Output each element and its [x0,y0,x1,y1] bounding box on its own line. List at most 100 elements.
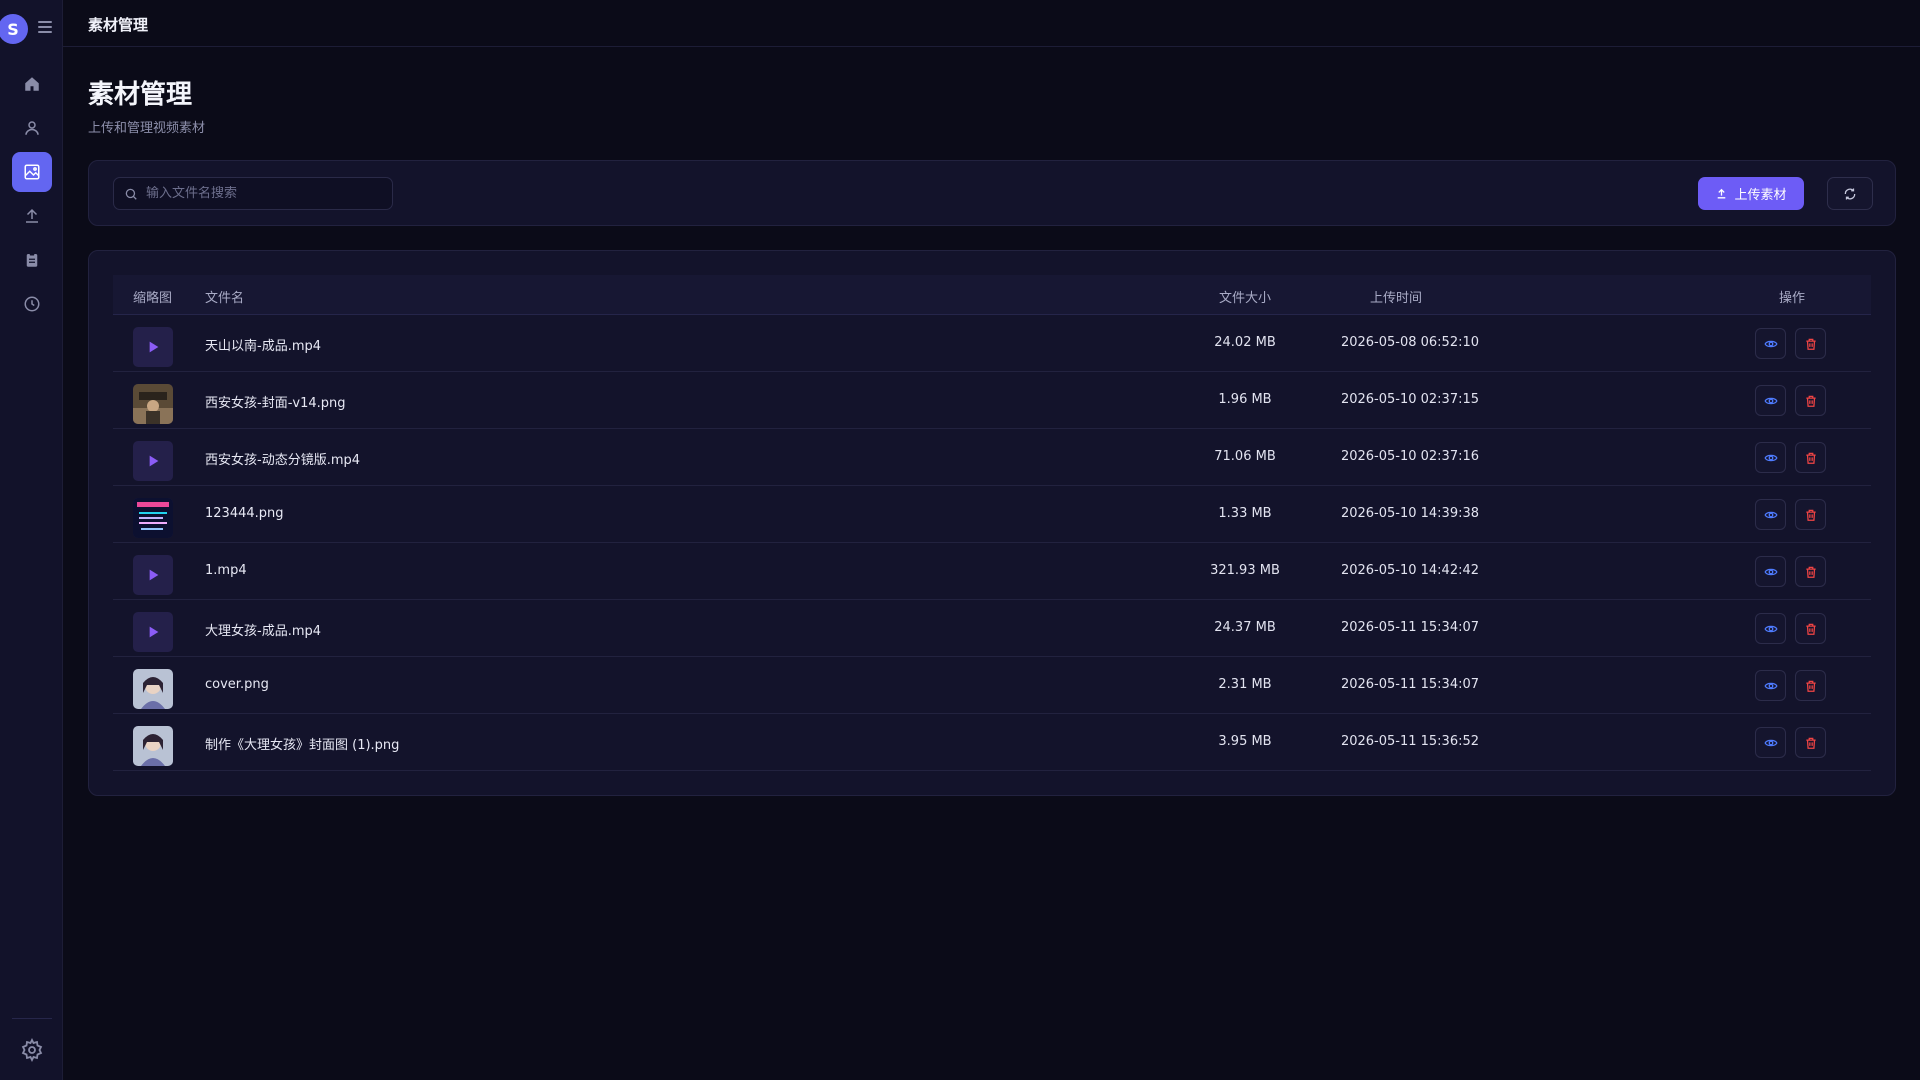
trash-icon [1805,338,1816,350]
row-upload-time: 2026-05-10 14:42:42 [1340,563,1480,578]
sidebar-item-materials[interactable] [12,152,52,192]
search-input[interactable] [146,186,376,201]
row-filesize: 3.95 MB [1218,734,1272,749]
eye-icon [1763,340,1778,347]
row-filename: 天山以南-成品.mp4 [205,339,322,354]
header-size: 文件大小 [1219,291,1272,306]
delete-button[interactable] [1795,556,1826,587]
image-icon [24,164,40,180]
row-upload-time: 2026-05-11 15:34:07 [1340,620,1480,635]
row-filename: 制作《大理女孩》封面图 (1).png [205,738,400,753]
topbar-title: 素材管理 [88,16,149,34]
row-thumbnail[interactable] [133,498,173,538]
eye-icon [1763,739,1778,746]
portrait-thumbnail-icon [133,669,173,709]
trash-icon [1805,395,1816,407]
table-row: 大理女孩-成品.mp4 24.37 MB 2026-05-11 15:34:07 [113,600,1871,657]
sidebar-item-upload[interactable] [12,196,52,236]
row-upload-time: 2026-05-10 02:37:15 [1340,392,1480,407]
trash-icon [1805,680,1816,692]
row-filename: 1.mp4 [205,563,247,578]
row-thumbnail[interactable] [133,384,173,424]
sidebar-item-users[interactable] [12,108,52,148]
eye-icon [1763,568,1778,575]
delete-button[interactable] [1795,328,1826,359]
view-button[interactable] [1755,499,1786,530]
play-icon [149,455,159,467]
topbar: 素材管理 [63,0,1920,47]
eye-icon [1763,397,1778,404]
sidebar-divider [12,1018,52,1019]
row-filesize: 2.31 MB [1218,677,1272,692]
upload-button-label: 上传素材 [1734,188,1787,203]
eye-icon [1763,625,1778,632]
table-row: 1.mp4 321.93 MB 2026-05-10 14:42:42 [113,543,1871,600]
play-icon [149,626,159,638]
row-filesize: 321.93 MB [1210,563,1280,578]
header-thumbnail: 缩略图 [133,291,173,306]
sidebar-item-history[interactable] [12,284,52,324]
table-row: 制作《大理女孩》封面图 (1).png 3.95 MB 2026-05-11 15:… [113,714,1871,771]
view-button[interactable] [1755,727,1786,758]
upload-button[interactable]: 上传素材 [1698,177,1804,210]
upload-icon [1718,188,1726,199]
view-button[interactable] [1755,556,1786,587]
view-button[interactable] [1755,670,1786,701]
row-upload-time: 2026-05-10 02:37:16 [1340,449,1480,464]
delete-button[interactable] [1795,442,1826,473]
settings-button[interactable] [20,1037,44,1063]
table-header: 缩略图 文件名 文件大小 上传时间 操作 [113,275,1871,315]
sidebar: S [0,0,63,1080]
row-upload-time: 2026-05-11 15:36:52 [1340,734,1480,749]
row-filename: 123444.png [205,506,284,521]
delete-button[interactable] [1795,727,1826,758]
eye-icon [1763,454,1778,461]
delete-button[interactable] [1795,613,1826,644]
row-filename: 西安女孩-封面-v14.png [205,396,346,411]
table-row: cover.png 2.31 MB 2026-05-11 15:34:07 [113,657,1871,714]
view-button[interactable] [1755,613,1786,644]
clipboard-icon [26,252,38,267]
user-icon [25,121,39,135]
menu-toggle-icon[interactable] [38,21,52,35]
upload-icon [26,208,38,223]
home-icon [25,77,39,91]
sidebar-item-home[interactable] [12,64,52,104]
search-box [113,177,393,210]
eye-icon [1763,682,1778,689]
search-icon [125,188,137,200]
row-thumbnail[interactable] [133,441,173,481]
avatar[interactable]: S [0,14,28,44]
row-thumbnail[interactable] [133,669,173,709]
eye-icon [1763,511,1778,518]
toolbar-card: 上传素材 [88,160,1896,226]
portrait-thumbnail-icon [133,726,173,766]
view-button[interactable] [1755,442,1786,473]
row-thumbnail[interactable] [133,612,173,652]
row-filesize: 1.96 MB [1218,392,1272,407]
refresh-button[interactable] [1827,177,1873,210]
table-row: 西安女孩-动态分镜版.mp4 71.06 MB 2026-05-10 02:37:1… [113,429,1871,486]
row-filesize: 1.33 MB [1218,506,1272,521]
clock-icon [24,296,40,312]
table-row: 123444.png 1.33 MB 2026-05-10 14:39:38 [113,486,1871,543]
sidebar-item-tasks[interactable] [12,240,52,280]
row-upload-time: 2026-05-11 15:34:07 [1340,677,1480,692]
row-filename: 西安女孩-动态分镜版.mp4 [205,453,361,468]
view-button[interactable] [1755,328,1786,359]
trash-icon [1805,509,1816,521]
delete-button[interactable] [1795,385,1826,416]
table-row: 西安女孩-封面-v14.png 1.96 MB 2026-05-10 02:37:1… [113,372,1871,429]
row-thumbnail[interactable] [133,327,173,367]
row-thumbnail[interactable] [133,555,173,595]
view-button[interactable] [1755,385,1786,416]
row-thumbnail[interactable] [133,726,173,766]
photo-thumbnail-icon [133,384,173,424]
refresh-icon [1844,187,1856,200]
row-filesize: 71.06 MB [1214,449,1276,464]
delete-button[interactable] [1795,499,1826,530]
page-subtitle: 上传和管理视频素材 [88,121,206,136]
row-filename: 大理女孩-成品.mp4 [205,624,322,639]
delete-button[interactable] [1795,670,1826,701]
row-filename: cover.png [205,677,269,692]
